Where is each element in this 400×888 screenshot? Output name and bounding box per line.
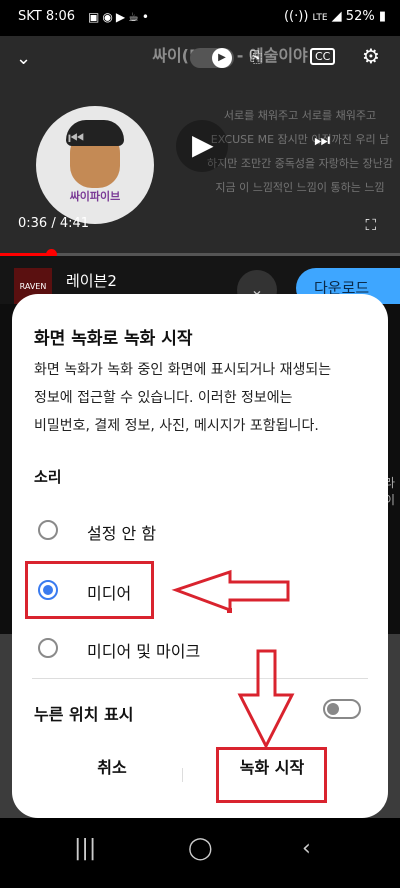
left-arrow-annotation — [171, 569, 290, 613]
recent-apps-icon[interactable]: ||| — [74, 836, 96, 861]
navigation-bar: ||| ◯ ‹ — [0, 818, 400, 888]
home-icon[interactable]: ◯ — [188, 836, 213, 861]
down-arrow-annotation — [237, 649, 295, 750]
back-icon[interactable]: ‹ — [302, 836, 311, 861]
annotation-arrows — [171, 569, 295, 750]
arrow-dot — [227, 608, 232, 613]
